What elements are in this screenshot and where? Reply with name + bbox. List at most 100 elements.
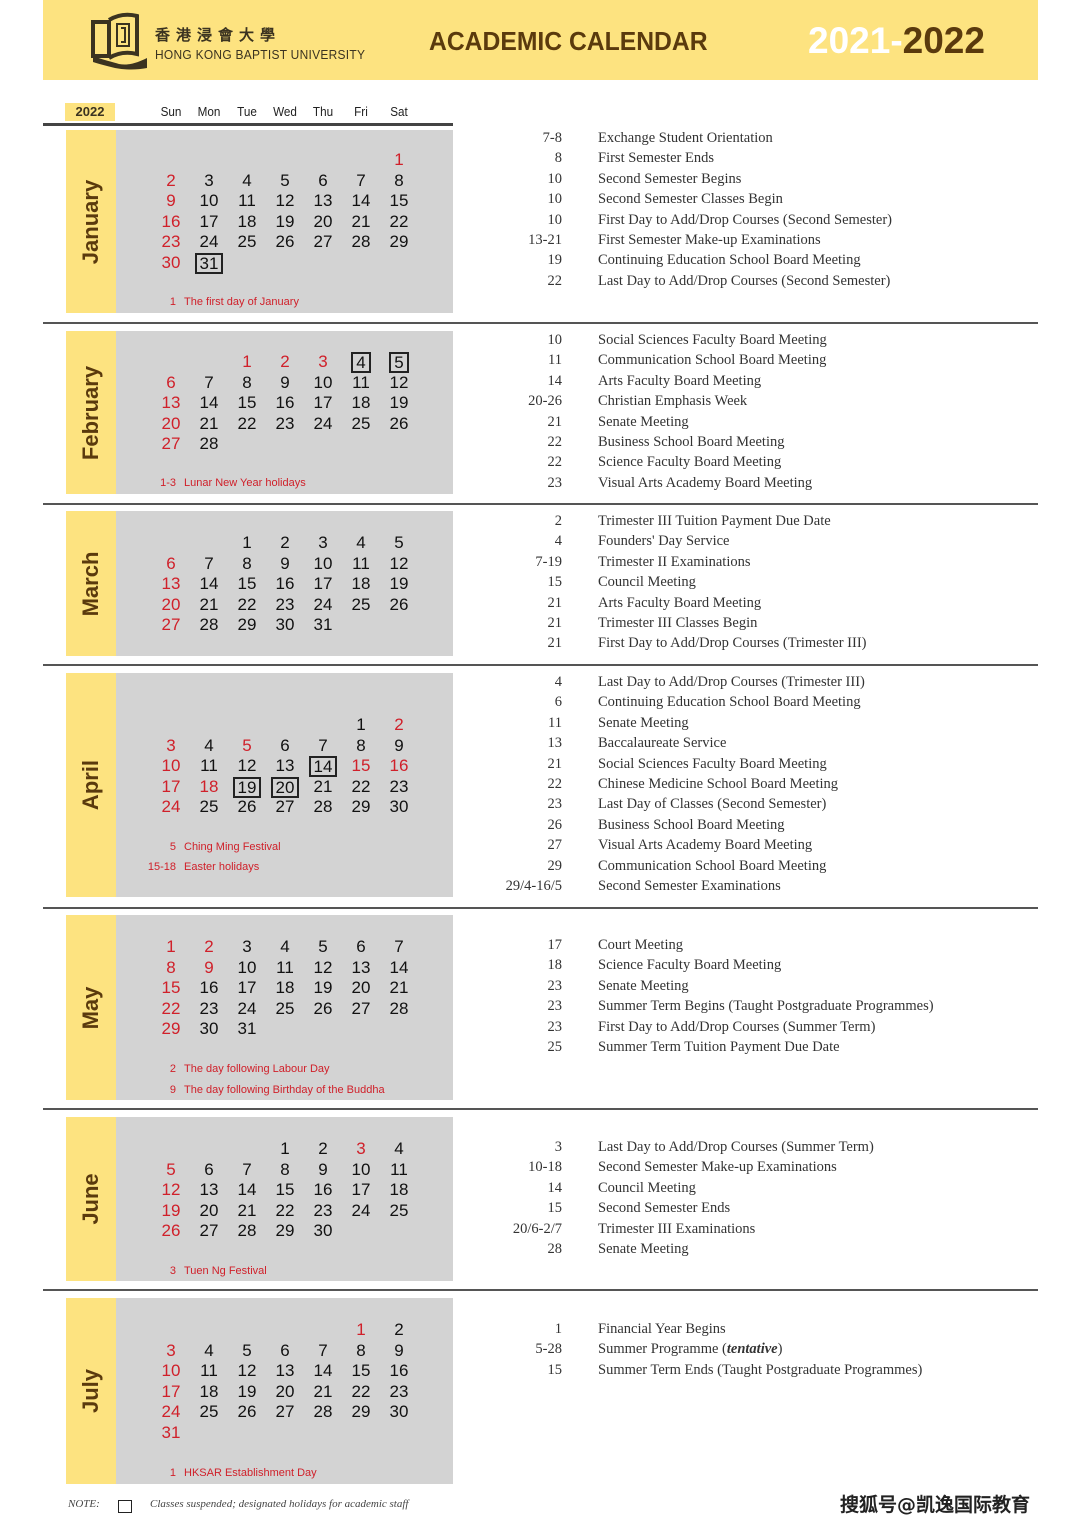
calendar-day: 3 — [318, 533, 328, 552]
calendar-day: 22 — [389, 211, 409, 231]
event-text: Christian Emphasis Week — [598, 393, 748, 410]
event-text: First Semester Make-up Examinations — [598, 232, 821, 248]
event-title: Business School Board Meeting — [598, 817, 784, 834]
holiday-date: 5 — [169, 841, 176, 853]
calendar-day: 30 — [275, 615, 295, 634]
boxed-date-legend-icon — [118, 1500, 132, 1513]
event-date: 22 — [547, 272, 563, 289]
event-date: 13 — [547, 735, 563, 752]
holiday-label: The day following Labour Day — [184, 1063, 330, 1075]
event-date: 10-18 — [528, 1159, 562, 1176]
calendar-day: 16 — [275, 393, 295, 412]
calendar-day: 31 — [190, 252, 228, 274]
calendar-day: 6 — [356, 937, 366, 956]
event-date: 10 — [547, 170, 563, 187]
event-title: Continuing Education School Board Meetin… — [598, 252, 861, 269]
event-title: First Day to Add/Drop Courses (Trimester… — [598, 635, 867, 652]
calendar-day: 9 — [318, 1159, 328, 1179]
month-tab: June — [66, 1117, 116, 1281]
event-text: Exchange Student Orientation — [598, 130, 773, 146]
event-text-suffix: ) — [777, 1341, 783, 1358]
event-title: Senate Meeting — [598, 715, 689, 732]
calendar-day: 4 — [342, 352, 380, 373]
calendar-day: 17 — [313, 393, 333, 412]
calendar-day: 29 — [389, 232, 409, 251]
calendar-day: 23 — [313, 1200, 333, 1220]
calendar-day: 17 — [199, 211, 219, 231]
calendar-day: 13 — [275, 756, 295, 775]
holiday-note: 5 Ching Ming Festival — [136, 841, 281, 853]
holiday-note: 1 The first day of January — [136, 296, 299, 308]
event-date: 21 — [547, 413, 563, 430]
calendar-day: 26 — [389, 413, 409, 433]
calendar-day: 24 — [199, 232, 219, 251]
calendar-day: 18 — [199, 1381, 219, 1401]
calendar-day: 13 — [351, 957, 371, 977]
event-text: Second Semester Make-up Examinations — [598, 1159, 837, 1176]
calendar-day: 25 — [351, 413, 371, 433]
calendar-day: 23 — [275, 413, 295, 433]
event-date: 15 — [547, 1361, 563, 1378]
calendar-day: 21 — [237, 1200, 257, 1220]
year-start: 2021 — [808, 20, 891, 61]
event-text: First Day to Add/Drop Courses (Trimester… — [598, 635, 867, 652]
calendar-day: 27 — [275, 1402, 295, 1421]
event-title: Last Day to Add/Drop Courses (Second Sem… — [598, 273, 890, 290]
calendar-day: 22 — [161, 998, 181, 1018]
event-date: 29/4-16/5 — [505, 878, 562, 894]
holiday-date: 1-3 — [160, 477, 176, 489]
event-title: Last Day of Classes (Second Semester) — [598, 796, 826, 813]
weekday-label: Wed — [273, 104, 297, 119]
calendar-day: 1 — [166, 937, 176, 956]
calendar-day: 7 — [204, 372, 214, 392]
calendar-day: 21 — [313, 1381, 333, 1401]
event-title: Founders' Day Service — [598, 533, 729, 550]
event-text: First Semester Ends — [598, 150, 714, 167]
calendar-day: 31 — [313, 615, 333, 634]
event-date: 6 — [554, 694, 562, 711]
watermark: 搜狐号@凯逸国际教育 — [840, 1494, 1031, 1516]
calendar-day: 9 — [394, 1340, 404, 1360]
event-title: Senate Meeting — [598, 414, 689, 431]
calendar-day: 12 — [389, 553, 409, 573]
event-title: Summer Term Begins (Taught Postgraduate … — [598, 998, 934, 1015]
calendar-day: 24 — [237, 998, 257, 1018]
event-text: Second Semester Classes Begin — [598, 191, 783, 208]
calendar-day: 16 — [389, 1361, 409, 1380]
month-tab: April — [66, 673, 116, 897]
holiday-date: 3 — [169, 1265, 176, 1277]
calendar-day: 3 — [242, 937, 252, 956]
calendar-day: 15 — [237, 574, 257, 593]
calendar-day: 11 — [276, 957, 294, 977]
event-title: First Day to Add/Drop Courses (Second Se… — [598, 212, 892, 229]
calendar-day: 8 — [280, 1159, 290, 1179]
calendar-day: 4 — [356, 533, 366, 552]
calendar-day: 10 — [313, 553, 333, 573]
event-text-italic: tentative — [726, 1341, 778, 1358]
holiday-note: 2 The day following Labour Day — [136, 1063, 330, 1075]
holiday-date: 1 — [169, 1467, 176, 1479]
month-name: July — [78, 1368, 103, 1414]
calendar-day: 4 — [204, 1340, 214, 1360]
event-date: 27 — [547, 837, 563, 854]
calendar-day: 30 — [389, 797, 409, 816]
event-text: Continuing Education School Board Meetin… — [598, 694, 861, 711]
event-date: 1 — [554, 1321, 562, 1337]
calendar-day: 17 — [351, 1180, 371, 1199]
calendar-day: 22 — [275, 1200, 295, 1220]
calendar-day: 3 — [204, 170, 214, 190]
calendar-day: 21 — [199, 594, 219, 614]
event-text: Senate Meeting — [598, 714, 689, 731]
calendar-day: 16 — [161, 211, 181, 231]
event-date: 21 — [547, 615, 563, 631]
calendar-day: 6 — [204, 1159, 214, 1179]
calendar-day: 1 — [356, 1320, 366, 1339]
calendar-day: 18 — [237, 211, 257, 231]
calendar-day: 10 — [199, 191, 219, 210]
calendar-day: 13 — [199, 1180, 219, 1199]
event-title: Science Faculty Board Meeting — [598, 454, 781, 471]
event-text: Senate Meeting — [598, 1241, 689, 1257]
event-title: Summer Term Tuition Payment Due Date — [598, 1039, 840, 1056]
calendar-day: 14 — [304, 756, 342, 777]
calendar-day: 19 — [228, 776, 266, 798]
